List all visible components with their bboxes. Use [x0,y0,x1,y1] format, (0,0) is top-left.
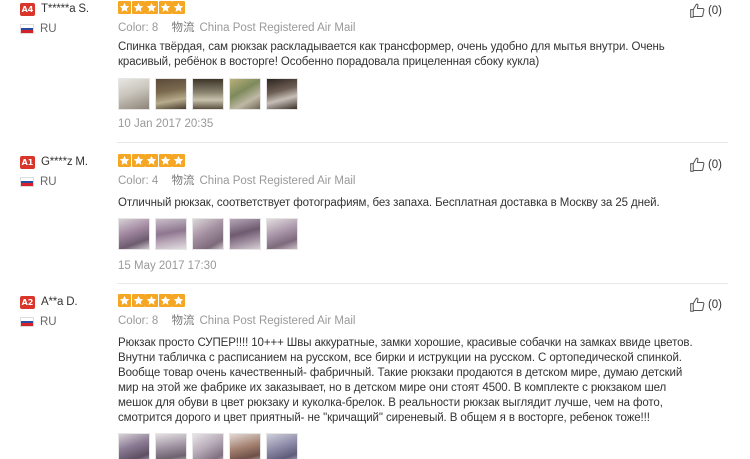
star-icon [131,1,145,14]
helpful-count: (0) [707,4,722,17]
buyer-level-badge: A4 [20,2,35,16]
review-photo-thumbnail[interactable] [229,218,261,250]
shipping-value: China Post Registered Air Mail [199,315,356,327]
reviewer-country: RU [40,23,57,35]
review-date: 15 May 2017 17:30 [118,260,217,272]
review-item: A4 T*****a S. RU Color: 8 物流 China Post R… [0,0,750,143]
helpful-count: (0) [707,158,722,171]
star-rating [118,154,700,168]
review-photo-thumbnail[interactable] [192,433,224,459]
review-photo-thumbnail[interactable] [155,78,187,110]
review-photo-thumbnail[interactable] [118,218,150,250]
review-text: Спинка твёрдая, сам рюкзак раскладываетс… [118,41,665,68]
shipping-label: 物流 [171,315,195,327]
star-icon [118,154,131,167]
reviewer-name: A**a D. [41,296,78,308]
color-value: 8 [151,22,159,34]
review-photo-thumbnail[interactable] [266,433,298,459]
buyer-level-badge: A2 [20,295,35,309]
helpful-count: (0) [707,298,722,311]
review-photo-thumbnail[interactable] [266,218,298,250]
star-icon [131,294,145,307]
star-icon [145,154,158,167]
star-icon [172,1,185,14]
helpful-button[interactable]: (0) [689,156,722,173]
russia-flag-icon [20,177,34,187]
thumbs-up-icon[interactable] [689,2,706,19]
review-photo-thumbnail[interactable] [155,433,187,459]
order-info: Color: 4 物流 China Post Registered Air Mai… [118,172,700,187]
shipping-value: China Post Registered Air Mail [199,22,356,34]
shipping-label: 物流 [171,175,195,187]
color-value: 8 [151,315,159,327]
russia-flag-icon [20,317,34,327]
reviewer-info: A1 G****z M. RU [20,154,115,188]
review-photos [118,218,700,250]
helpful-button[interactable]: (0) [689,296,722,313]
star-icon [118,294,131,307]
reviewer-info: A4 T*****a S. RU [20,1,115,35]
star-icon [131,154,145,167]
buyer-level-badge: A1 [20,155,35,169]
review-photo-thumbnail[interactable] [118,78,150,110]
order-info: Color: 8 物流 China Post Registered Air Mai… [118,19,700,34]
star-icon [172,154,185,167]
review-photo-thumbnail[interactable] [192,78,224,110]
review-content: Color: 8 物流 China Post Registered Air Mai… [118,294,700,459]
russia-flag-icon [20,24,34,34]
review-photo-thumbnail[interactable] [118,433,150,459]
shipping-value: China Post Registered Air Mail [199,175,356,187]
review-photo-thumbnail[interactable] [192,218,224,250]
review-content: Color: 8 物流 China Post Registered Air Mai… [118,1,700,130]
star-icon [145,1,158,14]
star-icon [145,294,158,307]
review-photo-thumbnail[interactable] [229,78,261,110]
review-date: 10 Jan 2017 20:35 [118,118,214,130]
review-photo-thumbnail[interactable] [155,218,187,250]
star-rating [118,1,700,15]
review-text: Рюкзак просто СУПЕР!!!! 10+++ Швы аккура… [118,337,693,424]
review-photo-thumbnail[interactable] [229,433,261,459]
color-label: Color: [118,22,149,34]
star-icon [158,154,172,167]
order-info: Color: 8 物流 China Post Registered Air Mai… [118,312,700,327]
review-item: A2 A**a D. RU Color: 8 物流 China Post Regi… [0,294,750,459]
color-value: 4 [151,175,159,187]
color-label: Color: [118,315,149,327]
star-icon [118,1,131,14]
shipping-label: 物流 [171,22,195,34]
thumbs-up-icon[interactable] [689,296,706,313]
review-photo-thumbnail[interactable] [266,78,298,110]
review-photos [118,433,700,459]
star-icon [172,294,185,307]
star-rating [118,294,700,308]
reviewer-country: RU [40,316,57,328]
star-icon [158,294,172,307]
review-photos [118,78,700,110]
reviewer-name: G****z M. [41,156,88,168]
review-text: Отличный рюкзак, соответствует фотографи… [118,197,660,209]
review-item: A1 G****z M. RU Color: 4 物流 China Post Re… [0,154,750,284]
thumbs-up-icon[interactable] [689,156,706,173]
helpful-button[interactable]: (0) [689,2,722,19]
reviewer-info: A2 A**a D. RU [20,294,115,328]
reviewer-name: T*****a S. [41,3,89,15]
color-label: Color: [118,175,149,187]
star-icon [158,1,172,14]
review-content: Color: 4 物流 China Post Registered Air Mai… [118,154,700,272]
reviewer-country: RU [40,176,57,188]
